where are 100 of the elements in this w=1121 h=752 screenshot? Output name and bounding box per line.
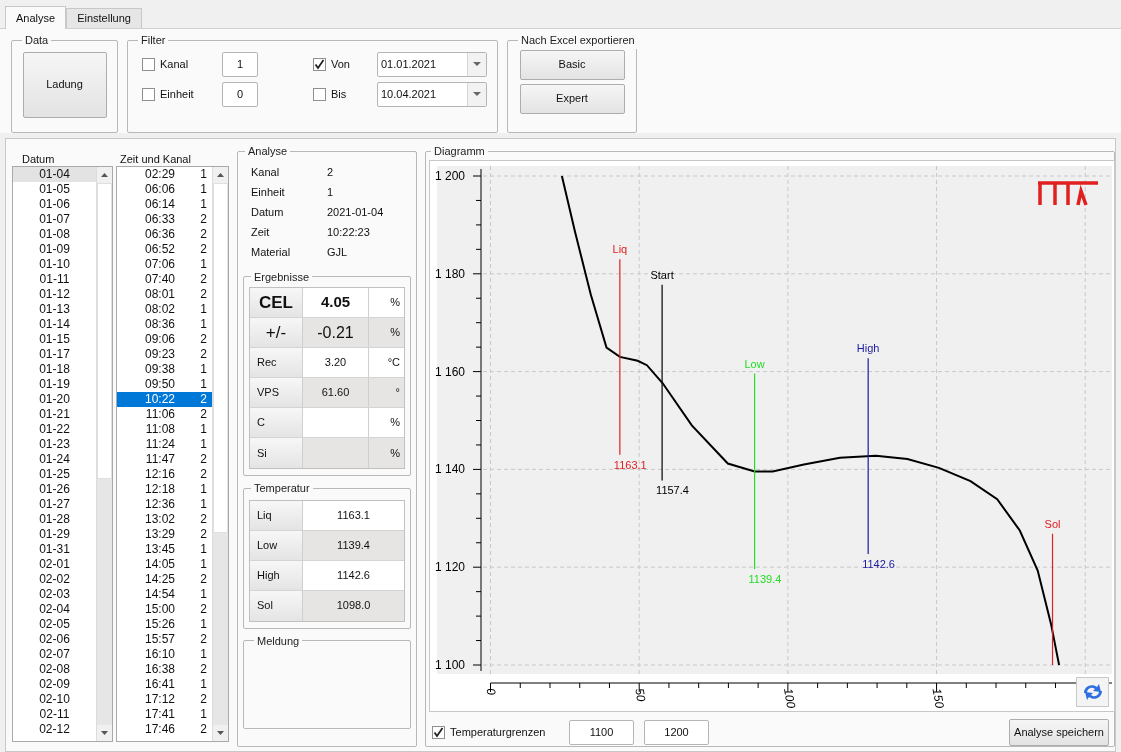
checkbox-option[interactable]: Von [313, 55, 377, 73]
list-item[interactable]: 02-02 [13, 572, 96, 587]
checkbox-option[interactable]: Bis [313, 85, 377, 103]
list-item[interactable]: 02:29 1 [117, 167, 212, 182]
list-item[interactable]: 16:41 1 [117, 677, 212, 692]
checkbox[interactable] [142, 57, 155, 71]
checkbox-option[interactable]: Einheit [142, 85, 222, 103]
list-item[interactable]: 09:38 1 [117, 362, 212, 377]
list-item[interactable]: 01-15 [13, 332, 96, 347]
list-item[interactable]: 01-22 [13, 422, 96, 437]
export-button[interactable]: Expert [519, 83, 625, 114]
list-item[interactable]: 01-31 [13, 542, 96, 557]
scroll-down-icon[interactable] [217, 731, 224, 735]
list-item[interactable]: 02-10 [13, 692, 96, 707]
list-item[interactable]: 02-09 [13, 677, 96, 692]
list-item[interactable]: 17:46 2 [117, 722, 212, 737]
list-item[interactable]: 06:14 1 [117, 197, 212, 212]
list-item[interactable]: 02-05 [13, 617, 96, 632]
list-item[interactable]: 11:24 1 [117, 437, 212, 452]
list-item[interactable]: 02-03 [13, 587, 96, 602]
number-field[interactable]: 0 [222, 81, 258, 107]
number-field[interactable]: 1100 [569, 720, 634, 745]
list-item[interactable]: 01-21 [13, 407, 96, 422]
tab[interactable]: Analyse [5, 6, 67, 29]
date-list[interactable] [12, 166, 113, 742]
list-item[interactable]: 09:23 2 [117, 347, 212, 362]
list-item[interactable]: 02-06 [13, 632, 96, 647]
list-item[interactable]: 10:22 2 [117, 392, 212, 407]
list-item[interactable]: 12:16 2 [117, 467, 212, 482]
scrollbar[interactable] [96, 167, 112, 741]
list-item[interactable]: 14:25 2 [117, 572, 212, 587]
list-item[interactable]: 01-09 [13, 242, 96, 257]
scrollbar[interactable] [212, 167, 228, 741]
list-item[interactable]: 07:40 2 [117, 272, 212, 287]
save-button[interactable]: Analyse speichern [1009, 719, 1109, 746]
checkbox-option[interactable]: Kanal [142, 55, 222, 73]
export-button[interactable]: Basic [519, 49, 625, 80]
list-item[interactable]: 08:36 1 [117, 317, 212, 332]
checkbox-option[interactable]: Temperaturgrenzen [432, 724, 569, 741]
time-list[interactable] [116, 166, 229, 742]
checkbox[interactable] [142, 87, 155, 101]
list-item[interactable]: 01-12 [13, 287, 96, 302]
list-item[interactable]: 12:18 1 [117, 482, 212, 497]
list-item[interactable]: 11:06 2 [117, 407, 212, 422]
checkbox[interactable] [313, 87, 326, 101]
list-item[interactable]: 01-26 [13, 482, 96, 497]
list-item[interactable]: 11:47 2 [117, 452, 212, 467]
list-item[interactable]: 01-07 [13, 212, 96, 227]
date-dropdown[interactable]: 01.01.2021 [377, 51, 487, 77]
scroll-up-icon[interactable] [101, 173, 108, 177]
list-item[interactable]: 02-07 [13, 647, 96, 662]
list-item[interactable]: 01-24 [13, 452, 96, 467]
number-field[interactable]: 1200 [644, 720, 709, 745]
list-item[interactable]: 01-11 [13, 272, 96, 287]
list-item[interactable]: 01-10 [13, 257, 96, 272]
list-item[interactable]: 06:33 2 [117, 212, 212, 227]
list-item[interactable]: 01-23 [13, 437, 96, 452]
list-item[interactable]: 14:54 1 [117, 587, 212, 602]
list-item[interactable]: 17:12 2 [117, 692, 212, 707]
list-item[interactable]: 01-19 [13, 377, 96, 392]
list-item[interactable]: 01-14 [13, 317, 96, 332]
list-item[interactable]: 16:10 1 [117, 647, 212, 662]
refresh-button[interactable] [1076, 676, 1109, 707]
list-item[interactable]: 01-20 [13, 392, 96, 407]
list-item[interactable]: 01-27 [13, 497, 96, 512]
scroll-up-icon[interactable] [217, 173, 224, 177]
checkbox[interactable] [432, 726, 445, 739]
list-item[interactable]: 02-11 [13, 707, 96, 722]
list-item[interactable]: 07:06 1 [117, 257, 212, 272]
list-item[interactable]: 01-29 [13, 527, 96, 542]
list-item[interactable]: 01-04 [13, 167, 96, 182]
list-item[interactable]: 01-06 [13, 197, 96, 212]
list-item[interactable]: 15:26 1 [117, 617, 212, 632]
list-item[interactable]: 15:00 2 [117, 602, 212, 617]
ladung-button[interactable]: Ladung [22, 51, 107, 118]
list-item[interactable]: 13:02 2 [117, 512, 212, 527]
number-field[interactable]: 1 [222, 51, 258, 77]
list-item[interactable]: 02-04 [13, 602, 96, 617]
list-item[interactable]: 01-05 [13, 182, 96, 197]
list-item[interactable]: 01-17 [13, 347, 96, 362]
list-item[interactable]: 02-01 [13, 557, 96, 572]
list-item[interactable]: 01-25 [13, 467, 96, 482]
list-item[interactable]: 09:06 2 [117, 332, 212, 347]
list-item[interactable]: 11:08 1 [117, 422, 212, 437]
list-item[interactable]: 13:45 1 [117, 542, 212, 557]
list-item[interactable]: 14:05 1 [117, 557, 212, 572]
checkbox[interactable] [313, 57, 326, 71]
list-item[interactable]: 16:38 2 [117, 662, 212, 677]
list-item[interactable]: 15:57 2 [117, 632, 212, 647]
list-item[interactable]: 02-08 [13, 662, 96, 677]
list-item[interactable]: 09:50 1 [117, 377, 212, 392]
list-item[interactable]: 17:41 1 [117, 707, 212, 722]
list-item[interactable]: 06:52 2 [117, 242, 212, 257]
list-item[interactable]: 06:36 2 [117, 227, 212, 242]
list-item[interactable]: 01-08 [13, 227, 96, 242]
date-dropdown[interactable]: 10.04.2021 [377, 81, 487, 107]
tab[interactable]: Einstellung [66, 8, 142, 28]
list-item[interactable]: 02-12 [13, 722, 96, 737]
list-item[interactable]: 01-13 [13, 302, 96, 317]
list-item[interactable]: 01-18 [13, 362, 96, 377]
